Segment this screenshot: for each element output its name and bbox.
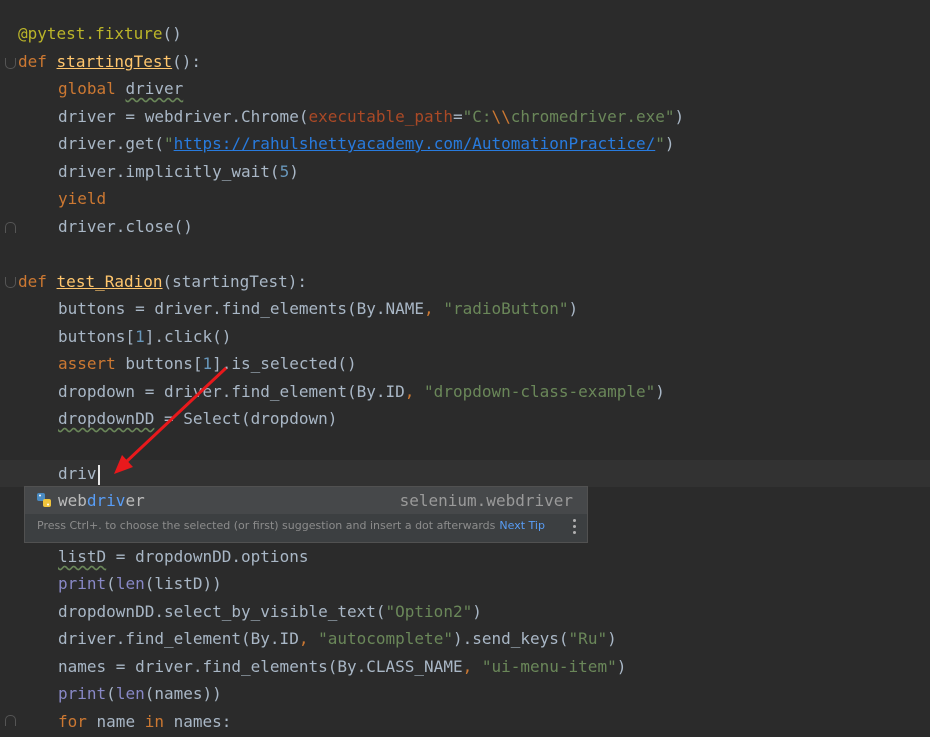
annotation-arrow-icon	[114, 366, 228, 474]
code-editor[interactable]: @pytest.fixture() def startingTest(): gl…	[0, 0, 930, 737]
